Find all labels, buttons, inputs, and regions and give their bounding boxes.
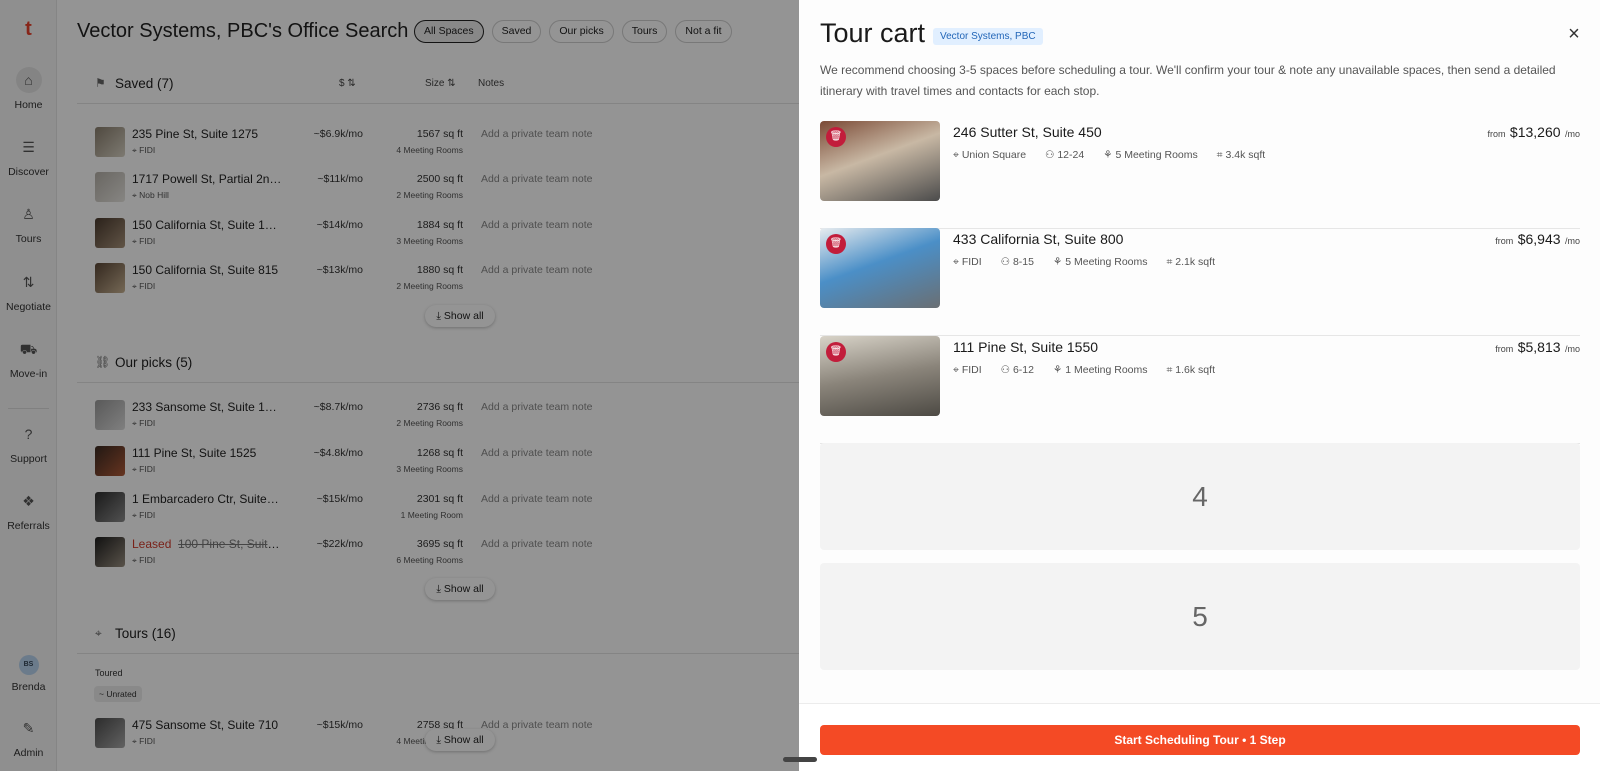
area-label: ⌖ FIDI (953, 256, 982, 268)
cart-space-name: 433 California St, Suite 800 (953, 231, 1124, 247)
company-badge: Vector Systems, PBC (933, 28, 1043, 45)
drawer-description: We recommend choosing 3-5 spaces before … (820, 63, 1556, 98)
empty-cart-slot: 5 (820, 563, 1580, 670)
people-range: ⚇ 8-15 (1000, 256, 1034, 268)
meeting-rooms: ⚘ 5 Meeting Rooms (1052, 256, 1148, 268)
close-icon[interactable]: × (1562, 22, 1586, 46)
cart-item[interactable]: 🗑 111 Pine St, Suite 1550 ⌖ FIDI ⚇ 6-12 … (820, 336, 1580, 444)
cart-space-meta: ⌖ Union Square ⚇ 12-24 ⚘ 5 Meeting Rooms… (953, 149, 1281, 162)
cart-item[interactable]: 🗑 246 Sutter St, Suite 450 ⌖ Union Squar… (820, 121, 1580, 229)
cart-space-meta: ⌖ FIDI ⚇ 6-12 ⚘ 1 Meeting Rooms ⌗ 1.6k s… (953, 364, 1231, 377)
square-footage: ⌗ 3.4k sqft (1216, 149, 1266, 161)
cart-space-name: 246 Sutter St, Suite 450 (953, 124, 1102, 140)
cart-price: from $5,813 /mo (1495, 339, 1580, 355)
cart-price: from $13,260 /mo (1487, 124, 1580, 140)
empty-cart-slot: 4 (820, 443, 1580, 550)
trash-icon[interactable]: 🗑 (826, 342, 846, 362)
tour-cart-drawer: Tour cart Vector Systems, PBC × We recom… (799, 0, 1600, 771)
cart-item[interactable]: 🗑 433 California St, Suite 800 ⌖ FIDI ⚇ … (820, 228, 1580, 336)
cart-space-meta: ⌖ FIDI ⚇ 8-15 ⚘ 5 Meeting Rooms ⌗ 2.1k s… (953, 256, 1231, 269)
square-footage: ⌗ 1.6k sqft (1166, 364, 1215, 376)
modal-backdrop[interactable] (0, 0, 799, 771)
trash-icon[interactable]: 🗑 (826, 127, 846, 147)
drawer-title: Tour cart (820, 18, 926, 48)
trash-icon[interactable]: 🗑 (826, 234, 846, 254)
square-footage: ⌗ 2.1k sqft (1166, 256, 1215, 268)
drawer-footer: Start Scheduling Tour • 1 Step (799, 703, 1600, 771)
meeting-rooms: ⚘ 5 Meeting Rooms (1103, 149, 1198, 161)
people-range: ⚇ 12-24 (1044, 149, 1085, 161)
cart-space-name: 111 Pine St, Suite 1550 (953, 339, 1099, 355)
start-scheduling-button[interactable]: Start Scheduling Tour • 1 Step (820, 725, 1580, 755)
area-label: ⌖ FIDI (953, 364, 982, 376)
meeting-rooms: ⚘ 1 Meeting Rooms (1052, 364, 1148, 376)
cart-price: from $6,943 /mo (1495, 231, 1580, 247)
people-range: ⚇ 6-12 (1000, 364, 1034, 376)
drag-handle[interactable] (783, 757, 817, 762)
area-label: ⌖ Union Square (953, 149, 1027, 161)
